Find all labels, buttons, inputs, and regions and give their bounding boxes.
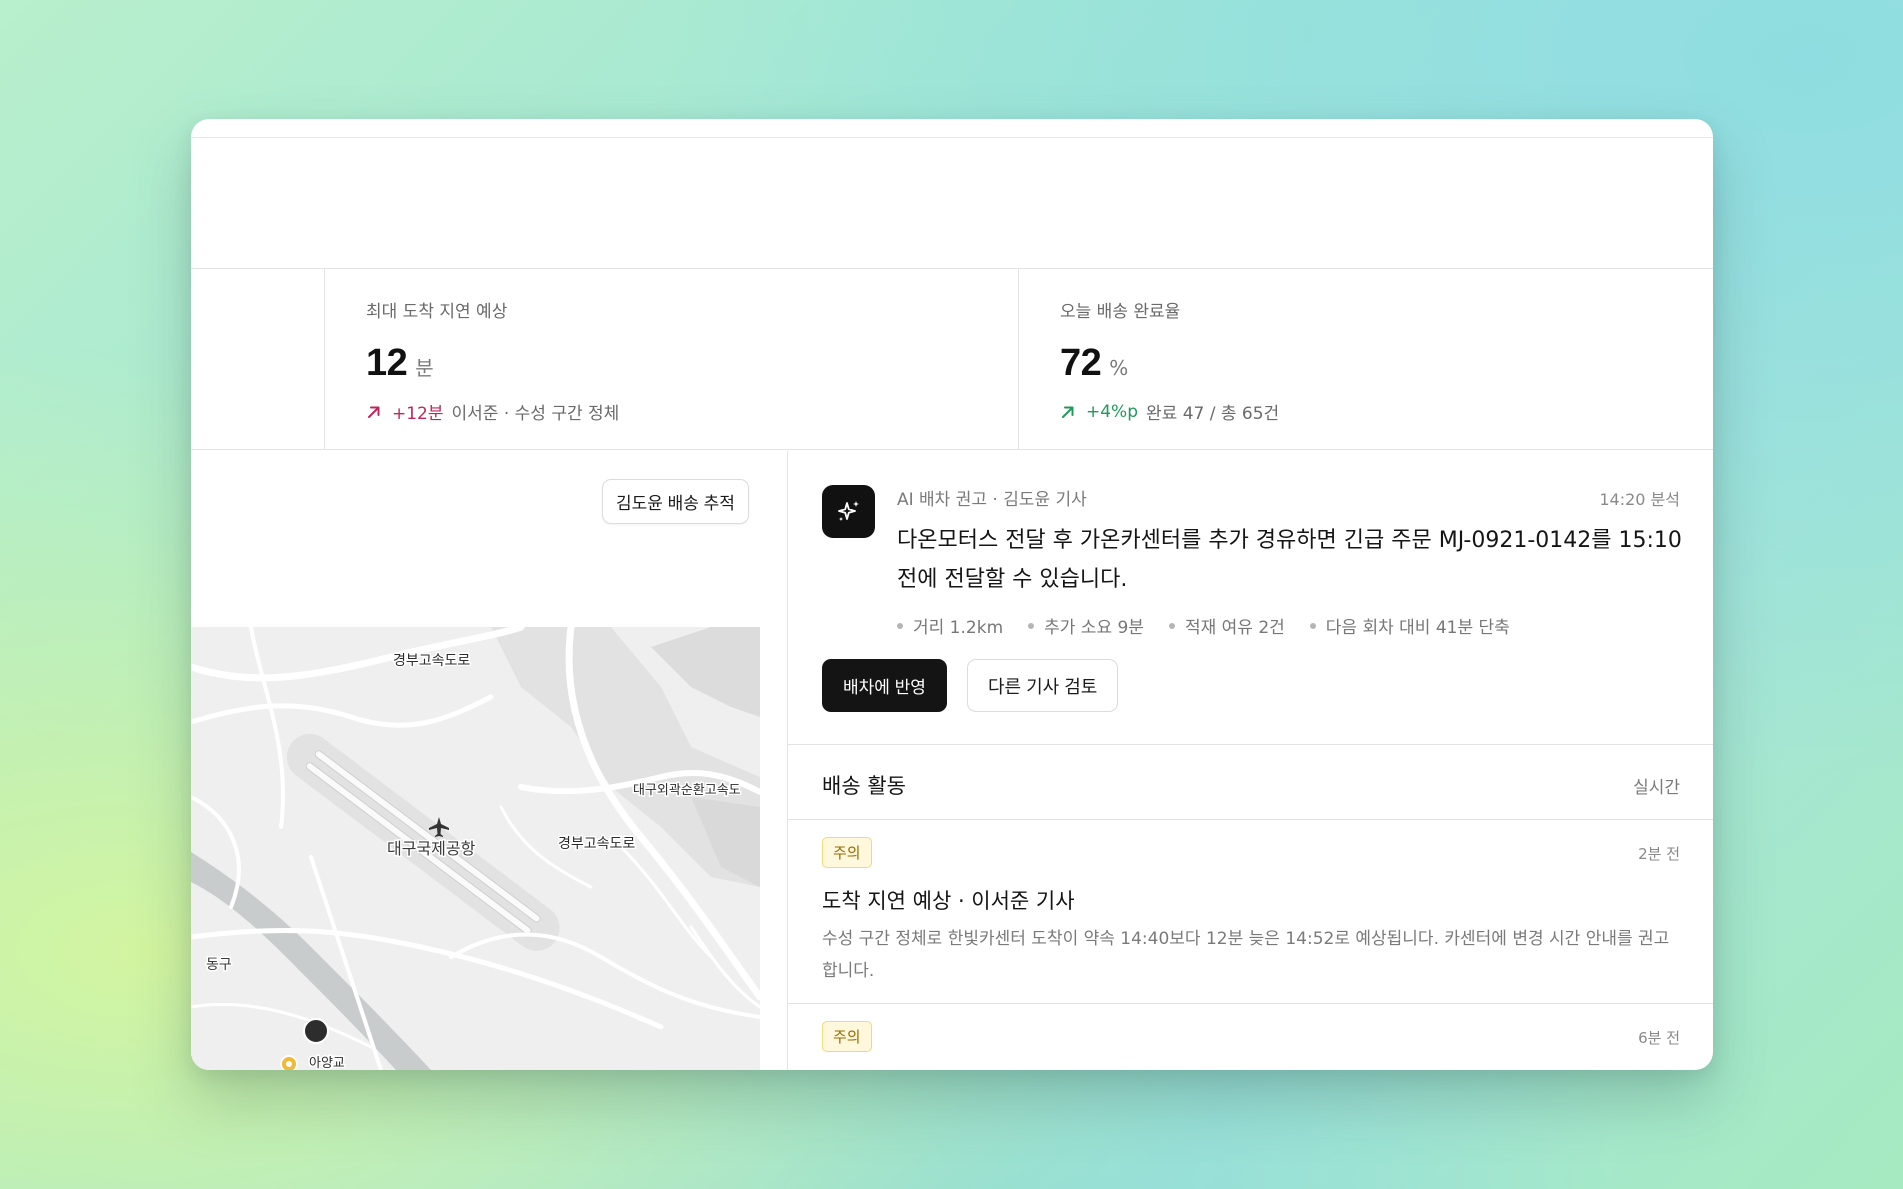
map-view[interactable]: 경부고속도로 대구외곽순환고속도 경부고속도로 대구국제공항 동구 아양교 [191,627,760,1070]
kpi-value: 72 [1060,342,1102,384]
fact-item: 거리 1.2km [897,613,1003,638]
apply-dispatch-button[interactable]: 배차에 반영 [822,659,947,712]
kpi-unit: 분 [415,356,434,380]
map-label-outer-ring: 대구외곽순환고속도 [633,783,741,798]
fact-item: 적재 여유 2건 [1168,613,1285,638]
activity-item[interactable]: 주의 2분 전 도착 지연 예상 · 이서준 기사 수성 구간 정체로 한빛카센… [788,821,1713,1004]
map-label-expressway: 경부고속도로 [558,836,635,852]
activity-header: 배송 활동 실시간 [788,746,1713,820]
kpi-label: 최대 도착 지연 예상 [366,302,508,322]
vehicle-marker-icon[interactable] [303,1018,329,1044]
kpi-card-completion-rate: 오늘 배송 완료율 72 % +4%p 완료 47 / 총 65건 [1019,269,1713,449]
activity-time: 6분 전 [1638,1029,1680,1047]
review-other-driver-button[interactable]: 다른 기사 검토 [967,659,1119,712]
warning-badge: 주의 [822,837,872,868]
arrow-up-right-icon [1062,406,1074,418]
activity-time: 2분 전 [1638,845,1680,863]
ai-recommendation-text: 다온모터스 전달 후 가온카센터를 추가 경유하면 긴급 주문 MJ-0921-… [897,528,1682,592]
kpi-note: 이서준 · 수성 구간 정체 [451,404,620,424]
app-window: 최대 도착 지연 예상 12 분 +12분 이서준 · 수성 구간 정체 오늘 … [191,119,1713,1070]
kpi-row: 최대 도착 지연 예상 12 분 +12분 이서준 · 수성 구간 정체 오늘 … [191,268,1713,450]
activity-item[interactable]: 주의 6분 전 [788,1005,1713,1070]
live-indicator: 실시간 [1633,778,1680,798]
kpi-note: 완료 47 / 총 65건 [1146,404,1280,424]
kpi-value: 12 [366,342,408,384]
map-panel: 김도윤 배송 추적 경부고속도로 대구외곽순환고속도 경부고속도로 대구국제공항… [191,451,787,1070]
activity-description: 수성 구간 정체로 한빛카센터 도착이 약속 14:40보다 12분 늦은 14… [822,929,1670,981]
warning-badge: 주의 [822,1021,872,1052]
kpi-delta: +4%p [1086,401,1139,422]
header-area [191,138,1713,268]
kpi-label: 오늘 배송 완료율 [1060,302,1181,322]
kpi-delta: +12분 [392,404,444,424]
arrow-up-right-icon [368,406,380,418]
ai-meta: AI 배차 권고 · 김도윤 기사 [897,490,1087,510]
activity-title: 배송 활동 [822,774,906,798]
map-label-partial: 아양교 [309,1056,345,1070]
right-panel: AI 배차 권고 · 김도윤 기사 14:20 분석 다온모터스 전달 후 가온… [788,451,1713,1070]
map-label-airport: 대구국제공항 [387,839,476,858]
ai-facts: 거리 1.2km 추가 소요 9분 적재 여유 2건 다음 회차 대비 41분 … [897,613,1535,638]
track-delivery-button[interactable]: 김도윤 배송 추적 [602,479,749,524]
kpi-card-max-delay: 최대 도착 지연 예상 12 분 +12분 이서준 · 수성 구간 정체 [325,269,1019,449]
ai-recommendation-card: AI 배차 권고 · 김도윤 기사 14:20 분석 다온모터스 전달 후 가온… [788,451,1713,745]
location-pin-icon[interactable] [280,1055,298,1070]
activity-title-text: 도착 지연 예상 · 이서준 기사 [822,889,1075,913]
sparkles-icon [822,485,875,538]
kpi-unit: % [1109,356,1129,380]
ai-timestamp: 14:20 분석 [1599,490,1680,509]
fact-item: 다음 회차 대비 41분 단축 [1309,613,1510,638]
fact-item: 추가 소요 9분 [1028,613,1144,638]
kpi-card-partial [191,269,325,449]
map-label-district: 동구 [206,957,232,973]
map-label-expressway: 경부고속도로 [393,653,470,669]
